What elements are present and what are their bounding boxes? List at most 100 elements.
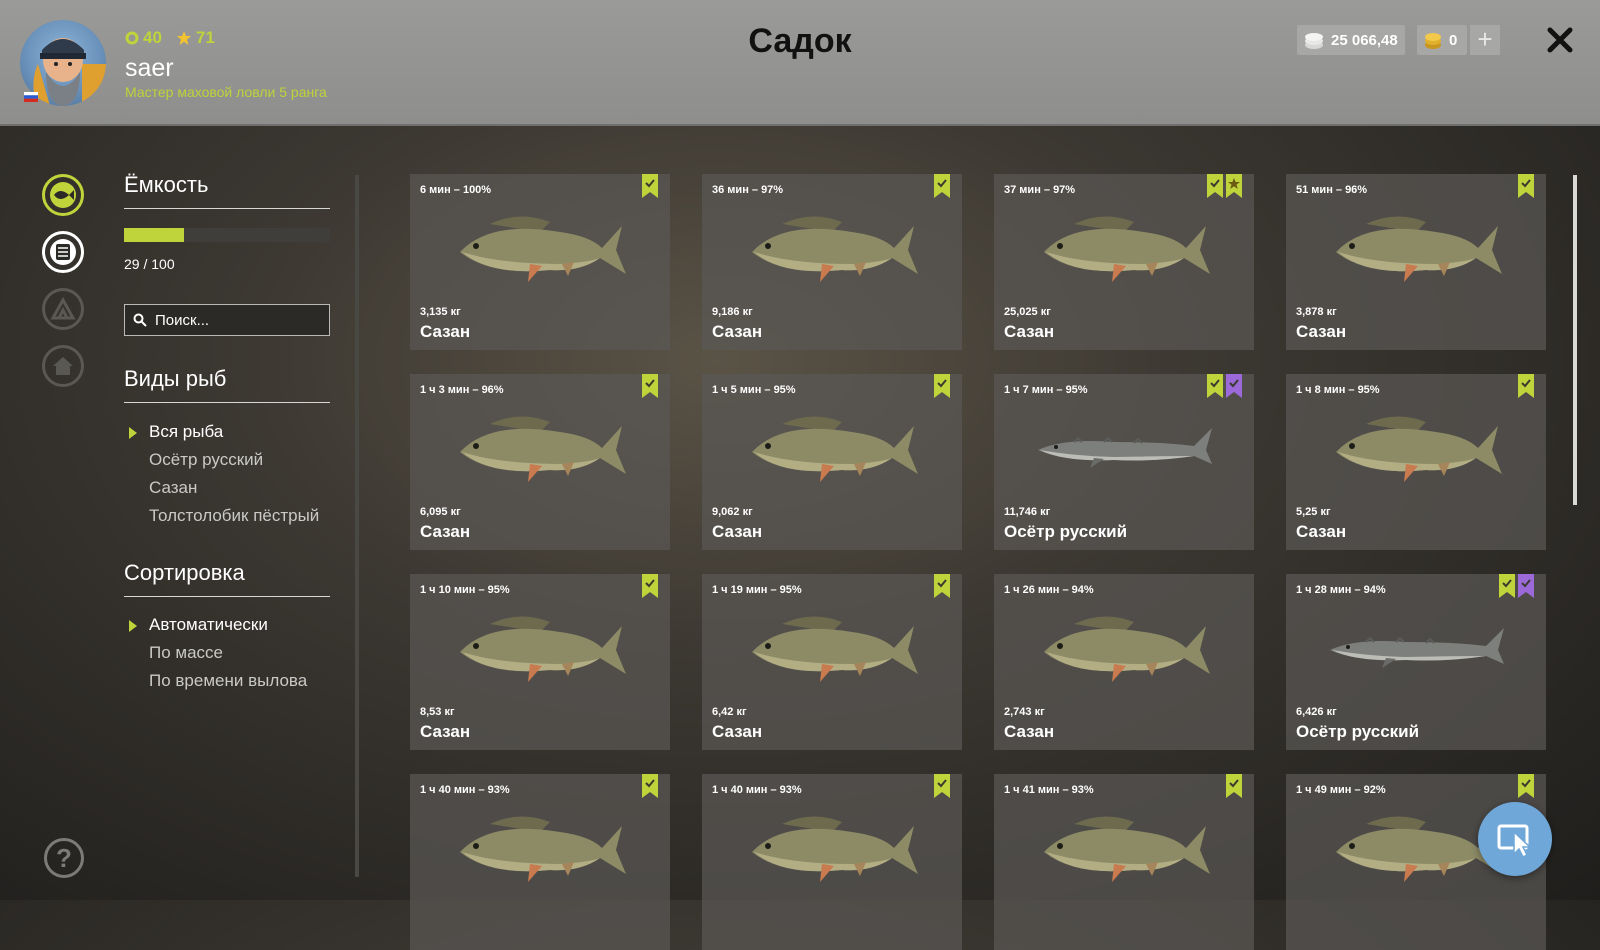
divider bbox=[124, 402, 330, 403]
help-icon: ? bbox=[56, 843, 72, 873]
fish-card[interactable]: 1 ч 10 мин – 95% 8,53 кг Сазан bbox=[410, 574, 670, 750]
carp-image bbox=[450, 602, 630, 692]
card-badges bbox=[1207, 374, 1242, 398]
fish-weight: 6,42 кг bbox=[712, 706, 747, 718]
capacity-bar-fill bbox=[124, 228, 184, 242]
plus-icon: + bbox=[1477, 24, 1493, 54]
species-title: Виды рыб bbox=[124, 366, 227, 391]
fish-card[interactable]: 37 мин – 97% 25,025 кг Сазан bbox=[994, 174, 1254, 350]
sturgeon-image bbox=[1326, 602, 1506, 692]
green-bookmark-icon bbox=[1226, 774, 1242, 798]
green-bookmark-icon bbox=[1518, 774, 1534, 798]
fish-card[interactable]: 1 ч 28 мин – 94% 6,426 кг Осётр русский bbox=[1286, 574, 1546, 750]
catch-time-quality: 1 ч 28 мин – 94% bbox=[1296, 584, 1386, 596]
fish-name: Сазан bbox=[1004, 722, 1055, 741]
cursor-window-icon bbox=[1497, 824, 1532, 859]
search-field[interactable]: Поиск... bbox=[124, 304, 330, 336]
fish-card[interactable]: 6 мин – 100% 3,135 кг Сазан bbox=[410, 174, 670, 350]
gold-balance: 0 bbox=[1417, 25, 1467, 55]
carp-image bbox=[1326, 202, 1506, 292]
flag-ru-icon bbox=[24, 92, 38, 102]
fish-weight: 2,743 кг bbox=[1004, 706, 1045, 718]
sort-item-time[interactable]: По времени вылова bbox=[149, 671, 307, 691]
carp-image bbox=[1034, 802, 1214, 892]
keepnet-tab-button[interactable] bbox=[42, 231, 84, 273]
divider bbox=[124, 596, 330, 597]
green-bookmark-icon bbox=[934, 774, 950, 798]
top-bar: 40 71 saer Мастер маховой ловли 5 ранга … bbox=[0, 0, 1600, 126]
species-item-bighead-carp[interactable]: Толстолобик пёстрый bbox=[149, 506, 319, 526]
fish-tab-button[interactable] bbox=[42, 174, 84, 216]
gold-amount: 0 bbox=[1449, 31, 1458, 49]
green-bookmark-icon bbox=[934, 374, 950, 398]
fish-card[interactable]: 1 ч 40 мин – 93% bbox=[410, 774, 670, 950]
fish-card[interactable]: 1 ч 8 мин – 95% 5,25 кг Сазан bbox=[1286, 374, 1546, 550]
scrollbar[interactable] bbox=[1573, 175, 1577, 505]
fish-name: Сазан bbox=[1296, 322, 1347, 341]
green-bookmark-icon bbox=[1207, 374, 1223, 398]
card-badges bbox=[934, 174, 950, 198]
catch-time-quality: 1 ч 5 мин – 95% bbox=[712, 384, 796, 396]
fish-name: Сазан bbox=[712, 522, 763, 541]
species-item-sturgeon[interactable]: Осётр русский bbox=[149, 450, 263, 470]
green-bookmark-icon bbox=[934, 574, 950, 598]
fish-name: Сазан bbox=[420, 322, 471, 341]
green-bookmark-icon bbox=[934, 174, 950, 198]
species-item-carp[interactable]: Сазан bbox=[149, 478, 197, 498]
catch-time-quality: 1 ч 3 мин – 96% bbox=[420, 384, 504, 396]
fish-weight: 5,25 кг bbox=[1296, 506, 1331, 518]
card-badges bbox=[934, 374, 950, 398]
fish-name: Сазан bbox=[420, 722, 471, 741]
add-currency-button[interactable]: + bbox=[1470, 25, 1500, 55]
fish-card[interactable]: 1 ч 5 мин – 95% 9,062 кг Сазан bbox=[702, 374, 962, 550]
close-icon[interactable] bbox=[1540, 20, 1580, 60]
card-badges bbox=[1499, 574, 1534, 598]
fish-card[interactable]: 1 ч 26 мин – 94% 2,743 кг Сазан bbox=[994, 574, 1254, 750]
home-icon bbox=[53, 357, 73, 375]
fish-name: Сазан bbox=[712, 322, 763, 341]
divider bbox=[124, 208, 330, 209]
camp-tab-button[interactable] bbox=[42, 288, 84, 330]
catch-time-quality: 37 мин – 97% bbox=[1004, 184, 1076, 196]
carp-image bbox=[742, 802, 922, 892]
capacity-title: Ёмкость bbox=[124, 172, 209, 197]
green-bookmark-icon bbox=[642, 774, 658, 798]
catch-time-quality: 36 мин – 97% bbox=[712, 184, 784, 196]
cursor-mode-button[interactable] bbox=[1478, 802, 1552, 876]
sort-item-auto[interactable]: Автоматически bbox=[149, 615, 268, 635]
fish-weight: 9,062 кг bbox=[712, 506, 753, 518]
fish-weight: 6,426 кг bbox=[1296, 706, 1337, 718]
home-tab-button[interactable] bbox=[42, 345, 84, 387]
carp-image bbox=[450, 202, 630, 292]
fish-card[interactable]: 1 ч 41 мин – 93% bbox=[994, 774, 1254, 950]
catch-time-quality: 1 ч 40 мин – 93% bbox=[420, 784, 510, 796]
card-badges bbox=[642, 374, 658, 398]
card-badges bbox=[1518, 174, 1534, 198]
camp-icon bbox=[50, 296, 76, 320]
green-bookmark-icon bbox=[642, 374, 658, 398]
fish-card[interactable]: 1 ч 7 мин – 95% 11,746 кг Осётр русский bbox=[994, 374, 1254, 550]
fish-card[interactable]: 1 ч 3 мин – 96% 6,095 кг Сазан bbox=[410, 374, 670, 550]
fish-weight: 9,186 кг bbox=[712, 306, 753, 318]
fish-weight: 3,878 кг bbox=[1296, 306, 1337, 318]
fish-weight: 6,095 кг bbox=[420, 506, 461, 518]
fish-weight: 11,746 кг bbox=[1004, 506, 1051, 518]
catch-time-quality: 1 ч 49 мин – 92% bbox=[1296, 784, 1386, 796]
green-bookmark-icon bbox=[642, 174, 658, 198]
fish-card[interactable]: 1 ч 40 мин – 93% bbox=[702, 774, 962, 950]
green-bookmark-icon bbox=[1499, 574, 1515, 598]
fish-name: Осётр русский bbox=[1296, 722, 1420, 741]
card-badges bbox=[1518, 774, 1534, 798]
catch-time-quality: 1 ч 19 мин – 95% bbox=[712, 584, 802, 596]
gold-coins-icon bbox=[1425, 33, 1441, 49]
help-button[interactable]: ? bbox=[44, 838, 84, 878]
fish-card[interactable]: 51 мин – 96% 3,878 кг Сазан bbox=[1286, 174, 1546, 350]
species-item-all[interactable]: Вся рыба bbox=[149, 422, 223, 442]
purple-bookmark-icon bbox=[1226, 374, 1242, 398]
green-bookmark-icon bbox=[1518, 174, 1534, 198]
card-badges bbox=[934, 574, 950, 598]
fish-card[interactable]: 1 ч 19 мин – 95% 6,42 кг Сазан bbox=[702, 574, 962, 750]
sort-item-weight[interactable]: По массе bbox=[149, 643, 223, 663]
fish-card[interactable]: 36 мин – 97% 9,186 кг Сазан bbox=[702, 174, 962, 350]
carp-image bbox=[450, 802, 630, 892]
